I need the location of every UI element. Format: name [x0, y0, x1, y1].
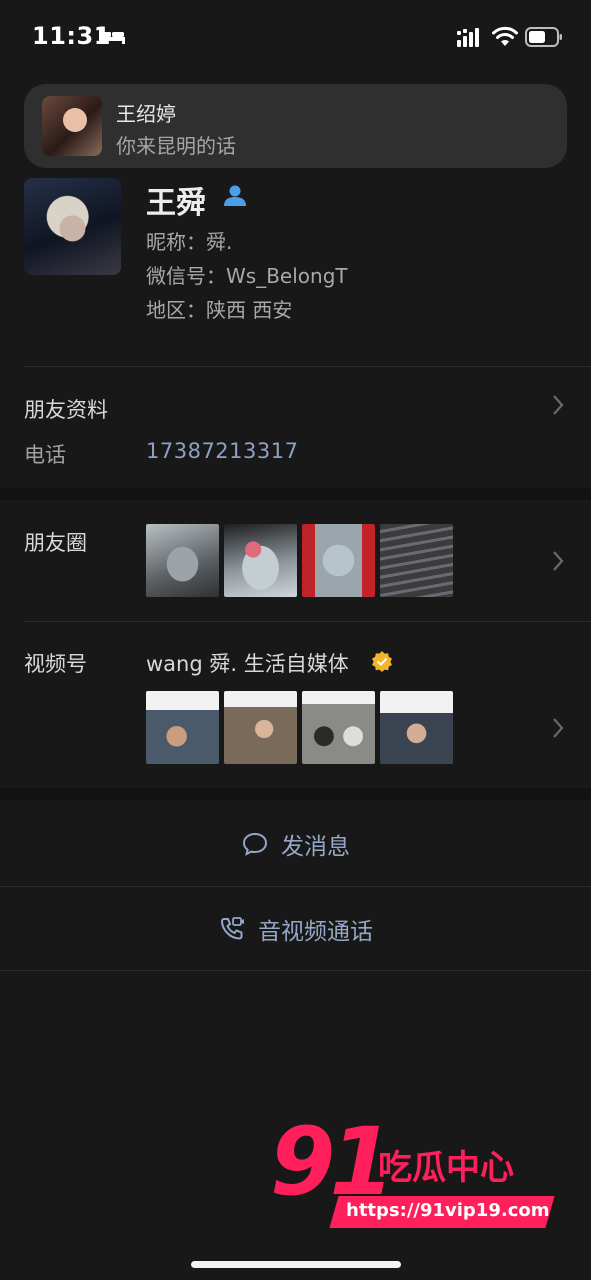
- phone-video-icon: [220, 917, 244, 940]
- chevron-right-icon: [553, 551, 564, 571]
- moments-thumbnail: [380, 524, 453, 597]
- channel-video-thumbnail: [302, 691, 375, 764]
- notification-message: 你来昆明的话: [116, 134, 236, 158]
- channel-video-thumbnail: [146, 691, 219, 764]
- send-message-button[interactable]: 发消息: [0, 802, 591, 886]
- video-call-button[interactable]: 音视频通话: [0, 887, 591, 971]
- phone-number-link[interactable]: 17387213317: [146, 439, 298, 463]
- profile-avatar[interactable]: [24, 178, 121, 275]
- profile-nickname: 昵称：舜.: [146, 230, 233, 254]
- chevron-right-icon: [553, 395, 564, 415]
- channel-video-thumbnail: [380, 691, 453, 764]
- watermark-text: 吃瓜中心: [378, 1148, 514, 1188]
- profile-name: 王舜: [146, 186, 206, 221]
- cellular-signal-icon: [457, 28, 479, 47]
- divider: [24, 621, 591, 622]
- battery-icon: [525, 27, 562, 47]
- chevron-right-icon: [553, 718, 564, 738]
- divider: [0, 970, 591, 971]
- moments-thumbnails: [146, 524, 453, 597]
- moments-thumbnail: [302, 524, 375, 597]
- chat-bubble-icon: [242, 832, 268, 856]
- section-gap: [0, 488, 591, 500]
- person-icon: [224, 185, 246, 206]
- profile-region: 地区：陕西 西安: [146, 298, 293, 322]
- verified-badge-icon: [372, 651, 392, 672]
- home-indicator[interactable]: [191, 1261, 401, 1268]
- channel-video-thumbnail: [224, 691, 297, 764]
- divider: [24, 366, 591, 367]
- message-notification-banner[interactable]: 王绍婷 你来昆明的话: [24, 84, 567, 168]
- watermark-logo: 91 吃瓜中心 https://91vip19.com: [270, 1108, 570, 1236]
- section-gap: [0, 788, 591, 800]
- moments-thumbnail: [146, 524, 219, 597]
- moments-label: 朋友圈: [24, 531, 87, 555]
- friend-info-label: 朋友资料: [24, 398, 108, 422]
- channel-name: wang 舜. 生活自媒体: [146, 652, 349, 676]
- sender-avatar: [42, 96, 102, 156]
- sleep-focus-icon: [99, 28, 125, 44]
- status-bar: 11:31: [0, 0, 591, 76]
- notification-sender: 王绍婷: [116, 102, 176, 126]
- channels-label: 视频号: [24, 652, 87, 676]
- profile-wechat-id: 微信号：Ws_BelongT: [146, 264, 348, 288]
- wifi-icon: [492, 26, 518, 46]
- watermark-url: https://91vip19.com: [346, 1200, 550, 1221]
- moments-thumbnail: [224, 524, 297, 597]
- channel-thumbnails: [146, 691, 453, 764]
- send-message-label: 发消息: [281, 834, 350, 860]
- video-call-label: 音视频通话: [258, 919, 373, 945]
- phone-label: 电话: [24, 443, 66, 467]
